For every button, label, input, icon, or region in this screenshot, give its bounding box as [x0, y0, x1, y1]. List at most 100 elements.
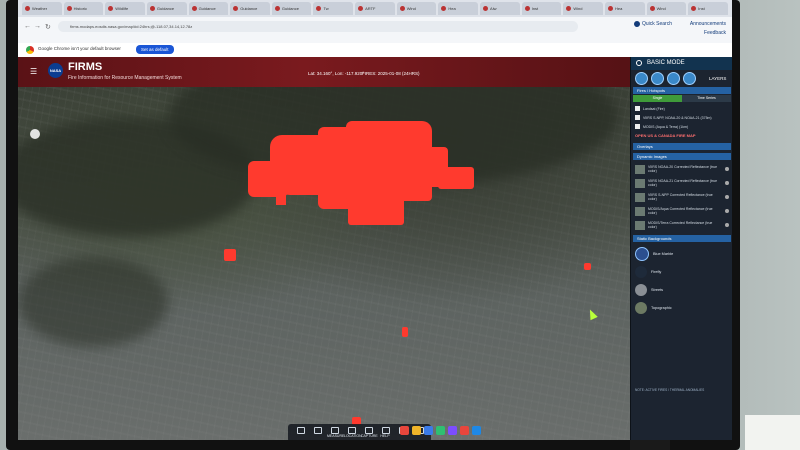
- fire-hotspot-cluster: [438, 167, 474, 189]
- layer-item[interactable]: VIIRS S-NPP, NOAA-20 & NOAA-21 (375m): [635, 113, 729, 122]
- tab-favicon-icon: [607, 6, 613, 11]
- info-icon[interactable]: [725, 223, 729, 227]
- background-option[interactable]: Streets: [635, 283, 729, 297]
- checkbox[interactable]: [635, 106, 640, 111]
- browser-tab[interactable]: Guidance: [146, 2, 187, 15]
- tab-favicon-icon: [441, 6, 447, 11]
- gear-icon: [636, 60, 642, 66]
- tab-favicon-icon: [691, 6, 697, 11]
- tab-favicon-icon: [191, 6, 197, 11]
- browser-tab[interactable]: Guidance: [230, 2, 270, 15]
- background-option[interactable]: Topographic: [635, 301, 729, 315]
- tab-time-series[interactable]: Time Series: [682, 95, 731, 102]
- browser-tab[interactable]: Wildlife: [105, 2, 145, 15]
- location-button[interactable]: LOCATION: [344, 425, 362, 439]
- browser-tab[interactable]: Guidance: [271, 2, 312, 15]
- feedback-link[interactable]: Feedback: [704, 30, 726, 36]
- infobar-message: Google Chrome isn't your default browser: [38, 46, 121, 51]
- back-arrow-icon[interactable]: ←: [24, 23, 31, 30]
- set-default-button[interactable]: Set as default: [136, 45, 174, 54]
- firms-subtitle: Fire Information for Resource Management…: [68, 75, 182, 81]
- browser-tab[interactable]: ARTF: [355, 2, 395, 15]
- layer-item[interactable]: VIIRS S-NPP Corrected Reflectance (true …: [635, 191, 729, 203]
- reload-icon[interactable]: ↻: [45, 23, 51, 31]
- layer-item[interactable]: VIIRS NOAA-21 Corrected Reflectance (tru…: [635, 177, 729, 189]
- search-icon: [633, 21, 640, 27]
- overlay-mode-button[interactable]: [651, 72, 664, 85]
- info-icon[interactable]: [725, 195, 729, 199]
- info-icon[interactable]: [725, 167, 729, 171]
- layers-label: LAYERS: [709, 76, 727, 81]
- browser-tab[interactable]: Tw: [313, 2, 354, 15]
- layer-item[interactable]: VIIRS NOAA-20 Corrected Reflectance (tru…: [635, 163, 729, 175]
- us-canada-fire-map-link[interactable]: OPEN US & CANADA FIRE MAP: [635, 133, 696, 138]
- browser-tab[interactable]: Alw: [480, 2, 520, 15]
- fires-subtabs: Single Time Series: [633, 95, 731, 102]
- overlays-section[interactable]: Overlays: [633, 143, 731, 150]
- help-button[interactable]: HELP: [378, 425, 392, 439]
- layer-item[interactable]: MODIS/Aqua Corrected Reflectance (true c…: [635, 205, 729, 217]
- firms-title: FIRMS: [68, 61, 103, 73]
- browser-tab[interactable]: Hea: [604, 2, 645, 15]
- nasa-logo: NASA: [48, 63, 63, 78]
- satellite-map[interactable]: [18, 87, 630, 440]
- static-backgrounds-section[interactable]: Static Backgrounds: [633, 235, 731, 242]
- globe-icon: [635, 247, 649, 261]
- layers-panel: BASIC MODE LAYERS Fires / Hotspots Singl…: [630, 57, 732, 440]
- announcements-link[interactable]: Announcements: [690, 21, 726, 27]
- taskbar-app-icon[interactable]: [436, 426, 445, 435]
- fires-date-range: FIRES: 2025-01-08 (24HRS): [362, 71, 420, 76]
- toolbar-button[interactable]: [310, 425, 324, 439]
- taskbar-app-icon[interactable]: [400, 426, 409, 435]
- layer-thumbnail: [635, 192, 645, 202]
- background-option[interactable]: Blue Marble: [635, 247, 729, 261]
- browser-tab[interactable]: Wind: [563, 2, 603, 15]
- layer-item[interactable]: Landsat (Fire): [635, 104, 729, 113]
- layer-thumbnail: [635, 206, 645, 216]
- shield-icon[interactable]: [30, 129, 40, 139]
- fires-hotspots-section[interactable]: Fires / Hotspots: [633, 87, 731, 94]
- layer-item[interactable]: MODIS (Aqua & Terra) (1km): [635, 122, 729, 131]
- checkbox[interactable]: [635, 115, 640, 120]
- browser-tab[interactable]: Inst: [688, 2, 728, 15]
- taskbar-app-icon[interactable]: [424, 426, 433, 435]
- info-icon[interactable]: [725, 209, 729, 213]
- info-icon[interactable]: [725, 181, 729, 185]
- quick-search-button[interactable]: Quick Search: [633, 21, 672, 27]
- browser-tab[interactable]: Weather: [22, 2, 62, 15]
- taskbar-app-icon[interactable]: [412, 426, 421, 435]
- address-bar[interactable]: firms.modaps.eosdis.nasa.gov/map/#d:24hr…: [58, 21, 578, 32]
- layer-item[interactable]: MODIS/Terra Corrected Reflectance (true …: [635, 219, 729, 231]
- browser-tab[interactable]: Wind: [646, 2, 687, 15]
- background-option[interactable]: Firefly: [635, 265, 729, 279]
- layers-mode-button[interactable]: [635, 72, 648, 85]
- mouse-cursor-icon: [586, 307, 598, 321]
- taskbar-app-icon[interactable]: [472, 426, 481, 435]
- browser-tab[interactable]: Hea: [438, 2, 479, 15]
- browser-tab[interactable]: Inst: [521, 2, 562, 15]
- hamburger-menu-icon[interactable]: ☰: [30, 67, 37, 76]
- taskbar-app-icon[interactable]: [460, 426, 469, 435]
- tab-favicon-icon: [66, 6, 72, 11]
- forward-arrow-icon[interactable]: →: [34, 23, 41, 30]
- panel-note: NOTE: ACTIVE FIRES / THERMAL ANOMALIES: [635, 388, 705, 392]
- browser-tab[interactable]: Guidance: [188, 2, 229, 15]
- fire-hotspot: [402, 327, 408, 337]
- taskbar-app-icon[interactable]: [448, 426, 457, 435]
- filter-mode-button[interactable]: [683, 72, 696, 85]
- fire-hotspot: [276, 191, 286, 205]
- checkbox[interactable]: [635, 124, 640, 129]
- browser-tab[interactable]: Historic: [63, 2, 104, 15]
- monitor-screen: Weather Historic Wildlife Guidance Guida…: [18, 0, 732, 440]
- mode-buttons: [635, 72, 696, 85]
- tab-single[interactable]: Single: [633, 95, 682, 102]
- measure-button[interactable]: MEASURE: [327, 425, 344, 439]
- image-mode-button[interactable]: [667, 72, 680, 85]
- dynamic-images-section[interactable]: Dynamic Images: [633, 153, 731, 160]
- toolbar-button[interactable]: [293, 425, 307, 439]
- globe-icon: [635, 302, 647, 314]
- default-browser-infobar: Google Chrome isn't your default browser…: [18, 43, 732, 58]
- browser-tab[interactable]: Wind: [396, 2, 437, 15]
- basic-mode-header[interactable]: BASIC MODE: [631, 57, 732, 70]
- capture-button[interactable]: CAPTURE: [361, 425, 378, 439]
